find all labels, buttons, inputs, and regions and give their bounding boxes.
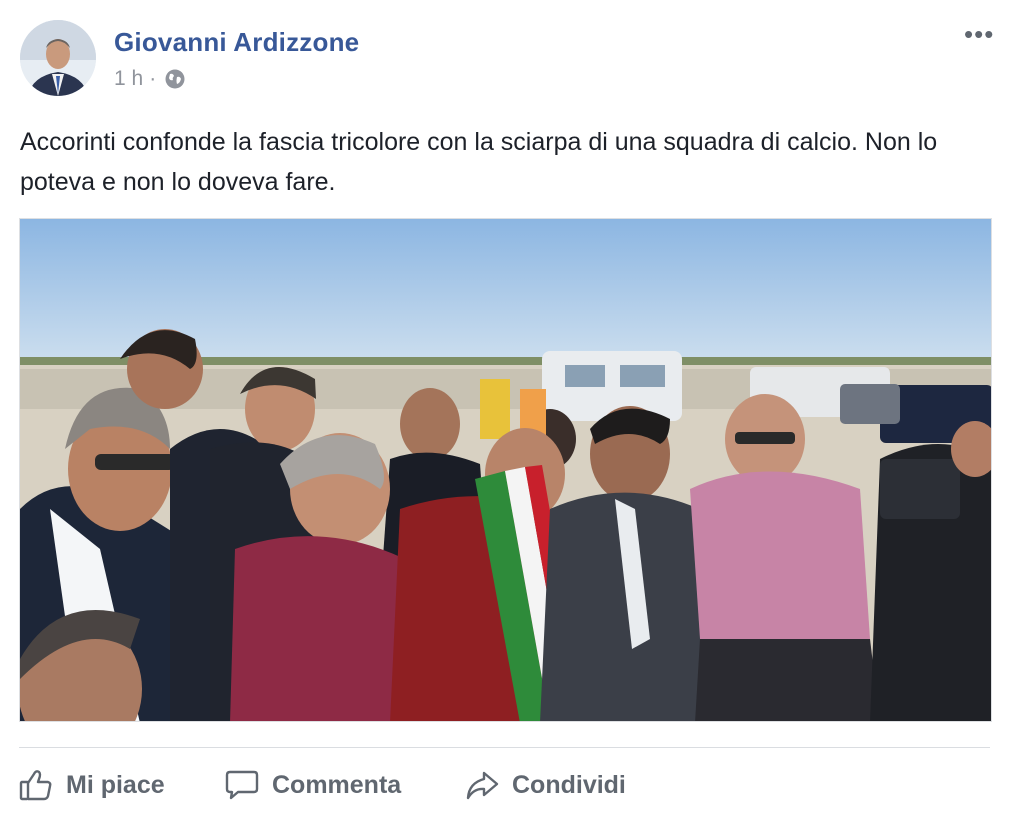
facebook-post: Giovanni Ardizzone 1 h · ••• Accorinti c…: [0, 0, 1010, 816]
like-button[interactable]: Mi piace: [18, 760, 165, 810]
comment-bubble-icon: [224, 767, 260, 803]
more-dots-icon[interactable]: •••: [964, 21, 994, 47]
post-meta: 1 h ·: [114, 67, 186, 91]
share-button[interactable]: Condividi: [464, 760, 626, 810]
share-label: Condividi: [512, 770, 626, 799]
post-photo[interactable]: [19, 218, 992, 722]
avatar-image: [20, 20, 96, 96]
like-label: Mi piace: [66, 770, 165, 799]
meta-separator: ·: [149, 67, 157, 90]
thumbs-up-icon: [18, 767, 54, 803]
share-arrow-icon: [464, 767, 500, 803]
comment-button[interactable]: Commenta: [224, 760, 401, 810]
comment-label: Commenta: [272, 770, 402, 799]
post-actions: Mi piace Commenta Condividi: [0, 760, 1010, 810]
globe-icon[interactable]: [164, 68, 186, 90]
author-name[interactable]: Giovanni Ardizzone: [114, 27, 359, 58]
actions-divider: [19, 747, 990, 748]
post-time[interactable]: 1 h: [114, 67, 143, 91]
post-text: Accorinti confonde la fascia tricolore c…: [20, 128, 938, 196]
avatar[interactable]: [20, 20, 96, 96]
